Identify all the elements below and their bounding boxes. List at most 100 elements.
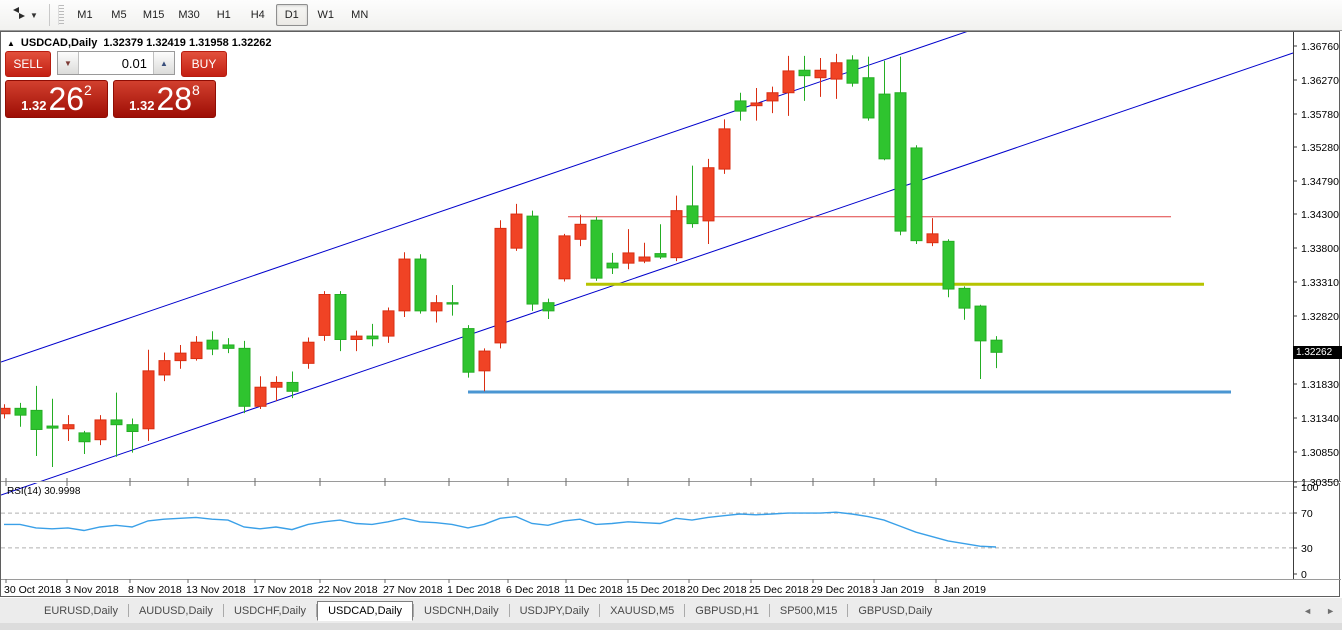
candle-body [319,295,330,336]
candle-body [975,306,986,341]
chart-tab-bar: EURUSD,DailyAUDUSD,DailyUSDCHF,DailyUSDC… [0,598,1342,624]
candle-body [223,345,234,348]
chart-tab-audusd-daily[interactable]: AUDUSD,Daily [129,601,223,621]
candle-body [511,214,522,248]
candle-body [431,303,442,311]
chart-tab-sp500-m15[interactable]: SP500,M15 [770,601,847,621]
candle-body [815,70,826,77]
candle-body [191,342,202,358]
candle-body [527,216,538,304]
candle-body [111,420,122,425]
timeframe-button-m15[interactable]: M15 [137,4,170,26]
candle-body [367,336,378,339]
date-axis-label: 25 Dec 2018 [749,584,809,596]
timeframe-button-m5[interactable]: M5 [103,4,135,26]
volume-increase-button[interactable]: ▲ [153,52,174,74]
price-axis-label: 1.35780 [1301,109,1339,121]
rsi-axis-label: 0 [1301,569,1307,581]
price-axis-label: 1.35280 [1301,142,1339,154]
toolbar-grip-handle[interactable] [58,5,64,25]
date-axis-label: 8 Jan 2019 [934,584,986,596]
candle-body [655,254,666,257]
candle-body [415,259,426,311]
volume-field[interactable]: 0.01 [79,52,153,74]
chart-tab-eurusd-daily[interactable]: EURUSD,Daily [34,601,128,621]
timeframe-button-mn[interactable]: MN [344,4,376,26]
sell-price-button[interactable]: 1.32 26 2 [5,80,108,118]
candle-body [687,206,698,224]
candle-body [351,336,362,339]
timeframe-button-d1[interactable]: D1 [276,4,308,26]
chart-tab-usdjpy-daily[interactable]: USDJPY,Daily [510,601,600,621]
channel-lower-trendline[interactable] [1,53,1293,495]
candle-body [879,94,890,159]
candle-body [127,425,138,432]
candle-body [15,408,26,415]
timeframe-button-m1[interactable]: M1 [69,4,101,26]
candle-body [959,288,970,308]
volume-decrease-button[interactable]: ▼ [58,52,79,74]
candle-body [927,234,938,243]
current-price-tag: 1.32262 [1293,346,1342,359]
candle-body [719,129,730,169]
date-axis-label: 29 Dec 2018 [811,584,871,596]
date-axis-label: 6 Dec 2018 [506,584,560,596]
candle-body [79,433,90,442]
timeframe-button-m30[interactable]: M30 [172,4,205,26]
price-axis-label: 1.32820 [1301,311,1339,323]
candle-body [943,241,954,289]
chevron-down-icon: ▼ [30,11,38,20]
buy-button[interactable]: BUY [181,51,227,77]
timeframe-buttons: M1M5M15M30H1H4D1W1MN [68,4,377,26]
chart-tab-usdcnh-daily[interactable]: USDCNH,Daily [414,601,509,621]
chart-tools-dropdown-button[interactable]: ▼ [4,2,45,29]
chart-tab-gbpusd-daily[interactable]: GBPUSD,Daily [848,601,942,621]
candle-body [639,257,650,261]
rsi-axis-label: 30 [1301,543,1313,555]
price-axis-label: 1.33800 [1301,243,1339,255]
volume-spinner: ▼ 0.01 ▲ [57,51,175,75]
timeframe-button-h1[interactable]: H1 [208,4,240,26]
tab-scroll-left-icon[interactable]: ◄ [1296,606,1319,616]
candle-body [47,426,58,428]
date-axis-label: 8 Nov 2018 [128,584,182,596]
candle-body [175,353,186,360]
symbol-period-label: USDCAD,Daily [21,37,97,49]
date-axis-label: 20 Dec 2018 [687,584,747,596]
candle-body [671,211,682,258]
rsi-line [4,512,996,547]
candle-body [495,228,506,343]
candle-body [383,311,394,336]
candle-body [591,220,602,278]
candle-body [783,71,794,93]
buy-price-button[interactable]: 1.32 28 8 [113,80,216,118]
candle-body [847,60,858,83]
candle-body [399,259,410,311]
candle-body [255,387,266,406]
buy-price-pip: 8 [192,83,200,97]
candle-body [751,103,762,106]
buy-price-prefix: 1.32 [129,97,154,114]
candle-body [799,70,810,75]
price-axis-label: 1.33310 [1301,277,1339,289]
timeframe-button-w1[interactable]: W1 [310,4,342,26]
candle-body [143,371,154,429]
collapse-arrow-icon[interactable]: ▲ [7,39,15,48]
arrows-swap-icon [11,6,27,25]
chart-tab-usdchf-daily[interactable]: USDCHF,Daily [224,601,316,621]
candle-body [991,340,1002,352]
chart-tab-gbpusd-h1[interactable]: GBPUSD,H1 [685,601,769,621]
candle-body [463,329,474,373]
chart-tabs: EURUSD,DailyAUDUSD,DailyUSDCHF,DailyUSDC… [34,601,942,621]
one-click-trade-panel: SELL ▼ 0.01 ▲ BUY 1.32 26 2 1.32 28 8 [5,51,227,118]
ohlc-values: 1.32379 1.32419 1.31958 1.32262 [103,37,271,49]
candle-body [543,303,554,311]
timeframe-button-h4[interactable]: H4 [242,4,274,26]
chart-tab-xauusd-m5[interactable]: XAUUSD,M5 [600,601,684,621]
sell-button[interactable]: SELL [5,51,51,77]
candle-body [159,361,170,375]
chart-tab-usdcad-daily[interactable]: USDCAD,Daily [317,601,413,621]
candle-body [735,101,746,111]
tab-scroll-right-icon[interactable]: ► [1319,606,1342,616]
sell-price-prefix: 1.32 [21,97,46,114]
